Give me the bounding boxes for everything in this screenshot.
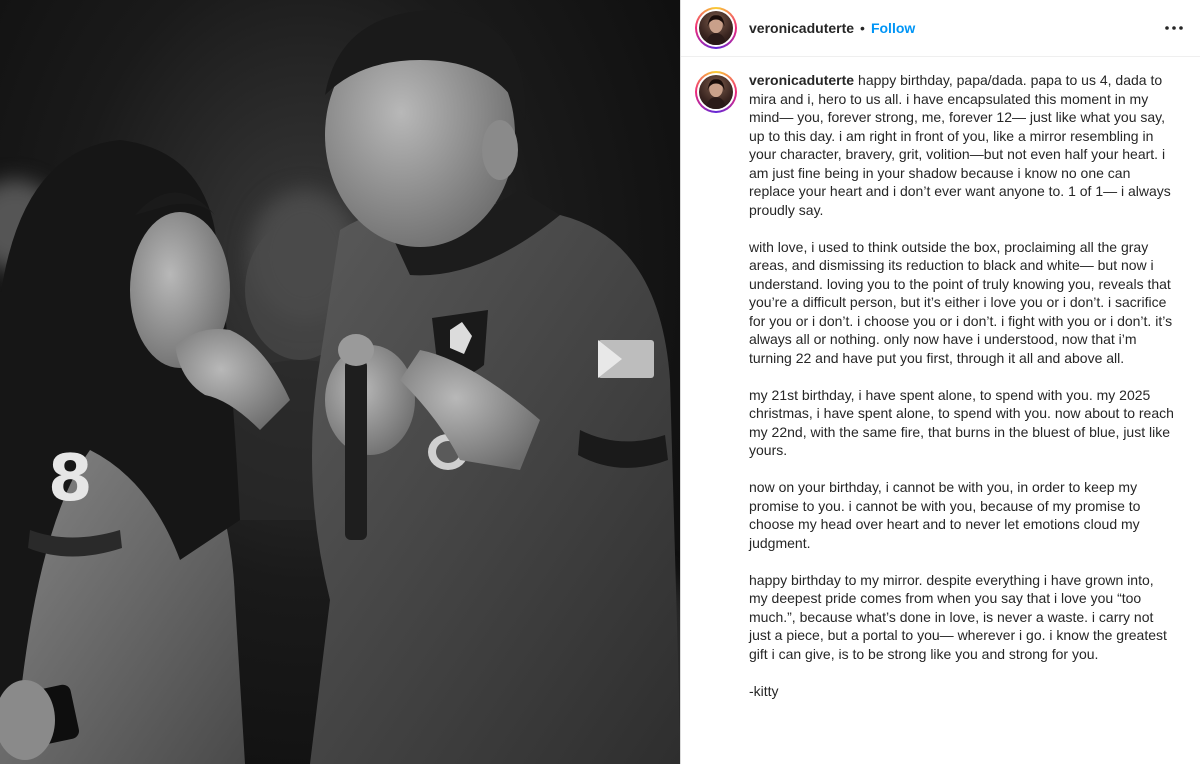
caption-section: veronicaduterte happy birthday, papa/dada… bbox=[681, 57, 1200, 764]
post-side-panel: veronicaduterte • Follow veronicaduterte… bbox=[681, 0, 1200, 764]
caption-paragraph: happy birthday to my mirror. despite eve… bbox=[749, 571, 1167, 662]
caption-username-link[interactable]: veronicaduterte bbox=[749, 72, 854, 88]
follow-button[interactable]: Follow bbox=[871, 20, 915, 36]
more-options-icon[interactable] bbox=[1162, 16, 1186, 40]
caption-signature: -kitty bbox=[749, 682, 779, 699]
caption-avatar-icon[interactable] bbox=[695, 71, 737, 113]
jersey-number: 8 bbox=[48, 442, 93, 516]
caption-text: veronicaduterte happy birthday, papa/dada… bbox=[749, 71, 1174, 764]
caption-paragraph: my 21st birthday, i have spent alone, to… bbox=[749, 386, 1174, 459]
caption-paragraph: with love, i used to think outside the b… bbox=[749, 238, 1173, 366]
photo-scene: 8 bbox=[0, 10, 680, 764]
profile-avatar-icon[interactable] bbox=[695, 7, 737, 49]
separator-dot: • bbox=[860, 20, 865, 36]
post-photo[interactable]: 8 bbox=[0, 0, 681, 764]
username-link[interactable]: veronicaduterte bbox=[749, 20, 854, 36]
caption-paragraph-text: happy birthday, papa/dada. papa to us 4,… bbox=[749, 72, 1171, 218]
instagram-post: 8 veronicaduterte • Follow veronicaduter… bbox=[0, 0, 1200, 764]
post-header: veronicaduterte • Follow bbox=[681, 0, 1200, 57]
caption-paragraph: veronicaduterte happy birthday, papa/dada… bbox=[749, 71, 1174, 219]
caption-paragraph: now on your birthday, i cannot be with y… bbox=[749, 479, 1141, 551]
